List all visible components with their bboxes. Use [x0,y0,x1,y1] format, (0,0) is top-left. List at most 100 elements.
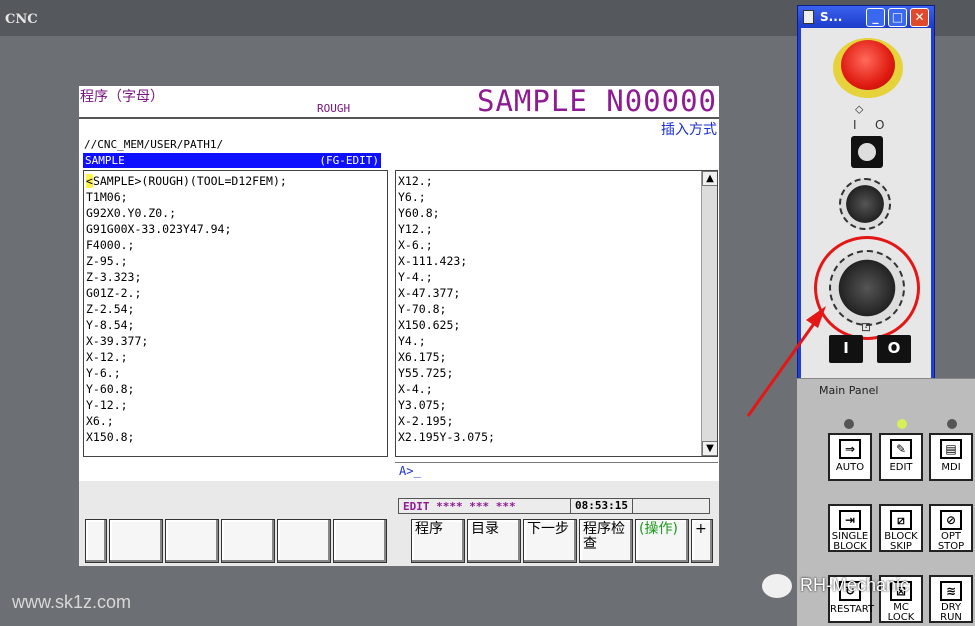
code-line[interactable]: X12.; [398,173,495,189]
softkey-blank-3[interactable] [165,519,219,563]
side-panel-body: ⬦ I O ⊡ I O [801,28,931,388]
code-line[interactable]: Y-60.8; [86,381,287,397]
code-line[interactable]: Y12.; [398,221,495,237]
vertical-scrollbar[interactable]: ▲ ▼ [701,171,717,456]
led-auto [844,419,854,429]
scroll-up-icon[interactable]: ▲ [702,171,717,186]
led-mdi [947,419,957,429]
minimize-icon[interactable]: _ [866,8,885,27]
code-line[interactable]: Y6.; [398,189,495,205]
program-pane-right[interactable]: X12.; Y6.; Y60.8; Y12.; X-6.; X-111.423; Y-4.;… [395,170,718,457]
softkey-program[interactable]: 程序 [411,519,465,563]
program-name: SAMPLE N00000 [477,86,717,118]
auto-mode-key[interactable]: ⇒ AUTO [828,433,872,481]
code-line[interactable]: F4000.; [86,237,287,253]
side-window-title: S... [820,10,843,24]
code-line[interactable]: X150.625; [398,317,495,333]
softkey-blank-6[interactable] [333,519,387,563]
code-line[interactable]: Y-12.; [86,397,287,413]
screen-header: 程序（字母） ROUGH SAMPLE N00000 [79,86,719,118]
code-line[interactable]: X150.8; [86,429,287,445]
code-list-right: X12.; Y6.; Y60.8; Y12.; X-6.; X-111.423; Y-4.;… [396,171,495,445]
code-line[interactable]: Y-4.; [398,269,495,285]
code-line[interactable]: <SAMPLE>(ROUGH)(TOOL=D12FEM); [86,173,287,189]
softkey-blank-5[interactable] [277,519,331,563]
block-skip-icon: ⧄ [890,510,912,530]
single-block-key[interactable]: ⇥ SINGLE BLOCK [828,504,872,552]
block-skip-label: BLOCK SKIP [884,531,918,552]
watermark-left: www.sk1z.com [12,592,132,612]
code-line[interactable]: X-111.423; [398,253,495,269]
code-line[interactable]: X-2.195; [398,413,495,429]
auto-key-label: AUTO [835,462,865,473]
code-line[interactable]: Y-8.54; [86,317,287,333]
cnc-screen: 程序（字母） ROUGH SAMPLE N00000 插入方式 //CNC_ME… [79,86,719,566]
code-line[interactable]: X-47.377; [398,285,495,301]
close-icon[interactable]: ✕ [910,8,929,27]
dry-run-label: DRY RUN [940,602,962,623]
softkey-blank-1[interactable] [85,519,107,563]
file-bar[interactable]: SAMPLE (FG-EDIT) [83,153,381,168]
code-line[interactable]: Z-3.323; [86,269,287,285]
code-line[interactable]: Z-2.54; [86,301,287,317]
edit-mode-key[interactable]: ✎ EDIT [879,433,923,481]
program-pane-left[interactable]: <SAMPLE>(ROUGH)(TOOL=D12FEM); T1M06; G92X0… [83,170,388,457]
code-line[interactable]: G01Z-2.; [86,285,287,301]
program-protect-icon: ⬦ [855,102,864,116]
single-block-label: SINGLE BLOCK [831,531,869,552]
command-input[interactable]: A>_ [395,462,718,479]
code-line[interactable]: Y55.725; [398,365,495,381]
edit-key-label: EDIT [889,462,913,473]
block-skip-key[interactable]: ⧄ BLOCK SKIP [879,504,923,552]
code-line[interactable]: G92X0.Y0.Z0.; [86,205,287,221]
code-line[interactable]: Y60.8; [398,205,495,221]
softkey-directory[interactable]: 目录 [467,519,521,563]
code-line[interactable]: Y-6.; [86,365,287,381]
softkey-blank-2[interactable] [109,519,163,563]
code-line[interactable]: X6.; [86,413,287,429]
rough-label: ROUGH [317,102,351,115]
code-line[interactable]: Y-70.8; [398,301,495,317]
code-line[interactable]: G91G00X-33.023Y47.94; [86,221,287,237]
wechat-icon [762,574,792,598]
side-window-titlebar[interactable]: S... _ □ ✕ [798,6,934,28]
code-line[interactable]: Y4.; [398,333,495,349]
status-clock: 08:53:15 [570,498,633,514]
opt-stop-key[interactable]: ⊘ OPT STOP [929,504,973,552]
code-line[interactable]: Y3.075; [398,397,495,413]
softkey-program-check[interactable]: 程序检查 [579,519,633,563]
feed-override-dial[interactable] [829,250,905,326]
code-line[interactable]: T1M06; [86,189,287,205]
code-line[interactable]: X6.175; [398,349,495,365]
softkey-blank-4[interactable] [221,519,275,563]
softkey-operation[interactable]: (操作) [635,519,689,563]
mdi-key-label: MDI [941,462,961,473]
header-divider [79,117,719,119]
spindle-override-dial[interactable] [839,178,891,230]
maximize-icon[interactable]: □ [888,8,907,27]
cycle-stop-button[interactable]: I [829,335,863,363]
dry-run-icon: ≋ [940,581,962,601]
cycle-start-button[interactable]: O [877,335,911,363]
code-line[interactable]: X2.195Y-3.075; [398,429,495,445]
mdi-mode-key[interactable]: ▤ MDI [929,433,973,481]
code-line[interactable]: X-4.; [398,381,495,397]
code-line[interactable]: X-12.; [86,349,287,365]
key-switch[interactable] [851,136,883,168]
single-block-icon: ⇥ [839,510,861,530]
dry-run-key[interactable]: ≋ DRY RUN [929,575,973,623]
emergency-stop-button[interactable] [841,40,895,90]
main-panel-label: Main Panel [819,384,879,397]
restart-label: RESTART [830,604,875,615]
led-edit [897,419,907,429]
auto-icon: ⇒ [839,439,861,459]
label-i: I [853,118,857,132]
code-line[interactable]: Z-95.; [86,253,287,269]
scroll-down-icon[interactable]: ▼ [702,441,717,456]
status-mode: EDIT **** *** *** [403,500,516,513]
code-line[interactable]: X-39.377; [86,333,287,349]
code-line[interactable]: X-6.; [398,237,495,253]
softkey-next[interactable]: 下一步 [523,519,577,563]
status-area: EDIT **** *** *** 08:53:15 程序 目录 下一步 程序检… [79,481,719,566]
softkey-plus[interactable]: + [691,519,713,563]
